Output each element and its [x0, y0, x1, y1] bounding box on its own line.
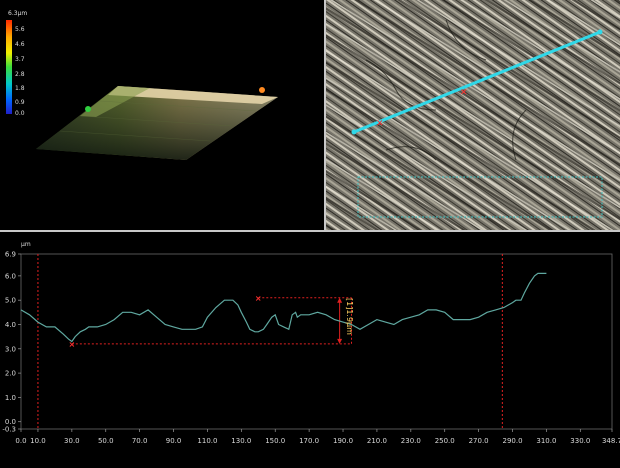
x-tick-label: 270.0 — [469, 437, 489, 445]
x-tick-label: 30.0 — [64, 437, 80, 445]
x-tick-label: 90.0 — [166, 437, 182, 445]
y-tick-label: 2.0 — [5, 370, 16, 378]
orange-marker — [259, 87, 265, 93]
y-axis-unit-label: μm — [21, 241, 31, 248]
svg-text:✕: ✕ — [460, 88, 468, 98]
microscope-image[interactable]: ✕ ✕ — [326, 0, 620, 230]
scale-tick: 4.6 — [15, 41, 25, 48]
x-tick-label: 250.0 — [435, 437, 455, 445]
x-tick-label: 0.0 — [15, 437, 26, 445]
y-tick-label: -0.3 — [2, 426, 16, 434]
x-tick-label: 50.0 — [98, 437, 114, 445]
scale-tick: 0.9 — [15, 99, 25, 106]
x-tick-label: 170.0 — [299, 437, 319, 445]
color-scale-bar — [6, 20, 12, 114]
x-tick-label: 190.0 — [333, 437, 353, 445]
scale-tick: 2.8 — [15, 71, 25, 78]
profile-series-line — [20, 272, 547, 343]
x-tick-label: 110.0 — [197, 437, 217, 445]
surface-3d-view[interactable]: 6.3μm 5.6 4.6 3.7 2.8 1.8 0.9 0.0 — [0, 0, 324, 230]
surface-3d-render[interactable] — [0, 0, 324, 230]
x-tick-label: 230.0 — [401, 437, 421, 445]
svg-text:✕: ✕ — [376, 119, 384, 129]
scale-tick: 3.7 — [15, 56, 25, 63]
green-marker — [85, 106, 91, 112]
x-tick-label: 10.0 — [30, 437, 46, 445]
profile-chart[interactable]: 6.96.05.04.03.02.01.00.0-0.30.0 10.0 30.0 5… — [0, 232, 620, 464]
x-tick-label: 130.0 — [231, 437, 251, 445]
x-tick-label: 150.0 — [265, 437, 285, 445]
scale-tick: 5.6 — [15, 26, 25, 33]
profile-chart-panel[interactable]: 6.9 6.0 5.0 4.0 3.0 2.0 1.0 0.0 -0.3 0.0 10.0 30.0 5… — [0, 232, 620, 464]
measure-point-marker: × — [255, 294, 262, 303]
plot-frame — [20, 253, 613, 430]
y-tick-label: 3.0 — [5, 345, 16, 353]
x-tick-label: 70.0 — [132, 437, 148, 445]
y-tick-label: 1.0 — [5, 394, 16, 402]
height-measure-label: [1]1.9μm — [345, 298, 354, 335]
scale-tick: 0.0 — [15, 110, 25, 117]
measure-point-marker: × — [68, 340, 75, 349]
y-tick-label: 6.0 — [5, 272, 16, 280]
x-tick-label: 290.0 — [502, 437, 522, 445]
scale-unit-label: 6.3μm — [8, 10, 28, 17]
scale-tick: 1.8 — [15, 85, 25, 92]
x-tick-label: 210.0 — [367, 437, 387, 445]
y-tick-label: 6.9 — [5, 251, 16, 259]
x-tick-label: 330.0 — [570, 437, 590, 445]
x-tick-label: 348.7 — [602, 437, 620, 445]
y-tick-label: 5.0 — [5, 297, 16, 305]
y-tick-label: 4.0 — [5, 321, 16, 329]
x-tick-label: 310.0 — [536, 437, 556, 445]
microscope-image-view[interactable]: ✕ ✕ — [326, 0, 620, 230]
